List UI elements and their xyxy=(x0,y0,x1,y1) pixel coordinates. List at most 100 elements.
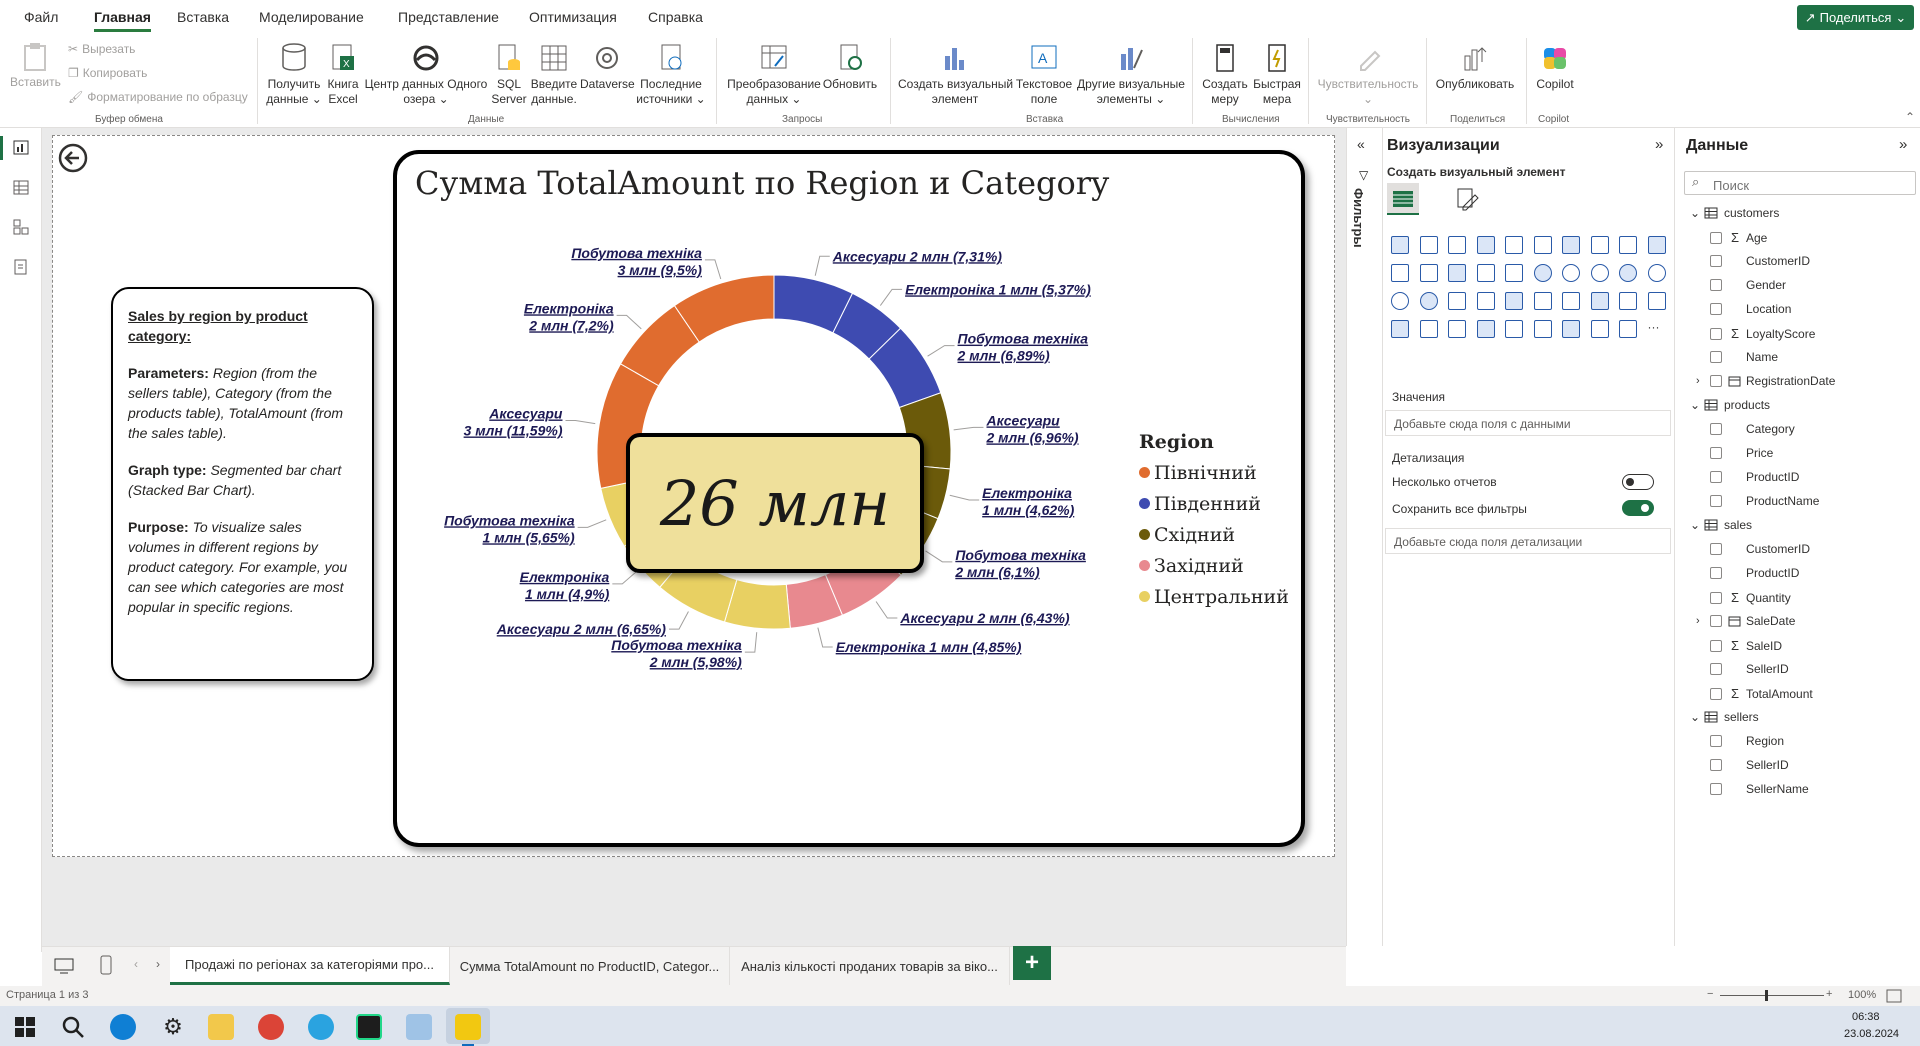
mobile-layout-icon[interactable] xyxy=(100,955,112,975)
ribbon-chart-icon[interactable] xyxy=(1647,236,1666,254)
textbox-button[interactable]: A Текстовое поле xyxy=(1012,42,1076,107)
field-checkbox[interactable] xyxy=(1710,255,1722,267)
field-checkbox[interactable] xyxy=(1710,231,1722,244)
chevron-down-icon[interactable]: ⌄ xyxy=(1690,518,1702,532)
field-row[interactable]: SellerName xyxy=(1696,782,1809,796)
r-visual-icon[interactable] xyxy=(1647,292,1666,310)
field-checkbox[interactable] xyxy=(1710,639,1722,652)
collapse-data-pane-icon[interactable]: » xyxy=(1899,136,1907,153)
telegram-icon[interactable] xyxy=(308,1014,334,1040)
scroll-left-icon[interactable]: ‹ xyxy=(134,957,138,971)
field-checkbox[interactable] xyxy=(1710,375,1722,387)
power-bi-icon[interactable] xyxy=(455,1014,481,1040)
decomposition-tree-icon[interactable] xyxy=(1448,320,1466,338)
legend-item[interactable]: Західний xyxy=(1139,550,1289,581)
excel-workbook-button[interactable]: X Книга Excel xyxy=(326,42,360,107)
field-row[interactable]: › SaleDate xyxy=(1696,614,1795,628)
values-well[interactable]: Добавьте сюда поля с данными xyxy=(1385,410,1671,436)
chevron-right-icon[interactable]: › xyxy=(1696,615,1710,627)
field-row[interactable]: Gender xyxy=(1696,278,1786,292)
chevron-down-icon[interactable]: ⌄ xyxy=(1690,206,1702,220)
field-row[interactable]: ProductID xyxy=(1696,470,1799,484)
field-checkbox[interactable] xyxy=(1710,663,1722,675)
field-row[interactable]: Σ SaleID xyxy=(1696,638,1782,653)
menu-modeling[interactable]: Моделирование xyxy=(259,9,364,25)
file-explorer-icon[interactable] xyxy=(208,1014,234,1040)
menu-view[interactable]: Представление xyxy=(398,9,499,25)
settings-gear-icon[interactable]: ⚙ xyxy=(160,1014,186,1040)
chevron-right-icon[interactable]: › xyxy=(1696,375,1710,387)
scroll-right-icon[interactable]: › xyxy=(156,957,160,971)
chrome-browser-icon[interactable] xyxy=(258,1014,284,1040)
python-visual-icon[interactable] xyxy=(1391,320,1409,338)
chevron-down-icon[interactable]: ⌄ xyxy=(1690,710,1702,724)
paginated-report-icon[interactable] xyxy=(1562,320,1580,338)
sql-server-button[interactable]: SQL Server xyxy=(490,42,528,107)
new-visual-button[interactable]: Создать визуальный элемент xyxy=(898,42,1013,107)
field-row[interactable]: › RegistrationDate xyxy=(1696,374,1835,388)
collapse-ribbon-icon[interactable]: ⌃ xyxy=(1905,110,1915,124)
sensitivity-button[interactable]: Чувствительность ⌄ xyxy=(1316,42,1420,107)
search-icon[interactable] xyxy=(60,1014,86,1040)
paste-button[interactable]: Вставить xyxy=(10,42,61,90)
line-stacked-column-chart-icon[interactable] xyxy=(1419,264,1438,282)
field-row[interactable]: Location xyxy=(1696,302,1791,316)
field-checkbox[interactable] xyxy=(1710,615,1722,627)
field-checkbox[interactable] xyxy=(1710,495,1722,507)
field-checkbox[interactable] xyxy=(1710,423,1722,435)
line-chart-icon[interactable] xyxy=(1562,236,1580,254)
refresh-button[interactable]: Обновить xyxy=(822,42,878,92)
funnel-chart-icon[interactable] xyxy=(1476,264,1495,282)
desktop-layout-icon[interactable] xyxy=(54,957,74,975)
slicer-icon[interactable] xyxy=(1562,292,1580,310)
legend-item[interactable]: Північний xyxy=(1139,457,1289,488)
drill-through-well[interactable]: Добавьте сюда поля детализации xyxy=(1385,528,1671,554)
stacked-column-chart-icon[interactable] xyxy=(1419,236,1438,254)
dataverse-button[interactable]: Dataverse xyxy=(580,42,635,92)
zoom-slider[interactable] xyxy=(1720,995,1824,996)
onelake-hub-button[interactable]: Центр данных Одного озера ⌄ xyxy=(364,42,488,107)
map-icon[interactable] xyxy=(1619,264,1637,282)
field-row[interactable]: ProductName xyxy=(1696,494,1819,508)
copilot-button[interactable]: Copilot xyxy=(1530,42,1580,92)
field-checkbox[interactable] xyxy=(1710,279,1722,291)
share-button[interactable]: ↗ Поделиться ⌄ xyxy=(1797,5,1914,30)
menu-optimize[interactable]: Оптимизация xyxy=(529,9,617,25)
filters-pane-collapsed[interactable]: « ▽ Фильтры xyxy=(1346,128,1382,946)
model-view-icon[interactable] xyxy=(12,218,30,236)
table-node-sellers[interactable]: ⌄ sellers xyxy=(1690,710,1759,724)
field-checkbox[interactable] xyxy=(1710,759,1722,771)
donut-chart-icon[interactable] xyxy=(1562,264,1580,282)
100-stacked-bar-chart-icon[interactable] xyxy=(1505,236,1523,254)
page-tab-2[interactable]: Сумма TotalAmount по ProductID, Categor.… xyxy=(450,947,730,985)
report-view-icon[interactable] xyxy=(12,138,30,156)
legend-item[interactable]: Південний xyxy=(1139,488,1289,519)
donut-chart-visual[interactable]: Сумма TotalAmount по Region и Category А… xyxy=(393,150,1305,847)
clustered-column-chart-icon[interactable] xyxy=(1476,236,1495,254)
add-page-button[interactable]: + xyxy=(1013,946,1051,980)
stacked-area-chart-icon[interactable] xyxy=(1619,236,1637,254)
power-automate-icon[interactable] xyxy=(1619,320,1637,338)
description-textbox[interactable]: Sales by region by product category: Par… xyxy=(111,287,374,681)
more-visuals-icon[interactable]: ··· xyxy=(1648,320,1666,338)
build-visual-tab[interactable] xyxy=(1387,183,1419,215)
dax-query-view-icon[interactable] xyxy=(12,258,30,276)
collapse-right-icon[interactable]: » xyxy=(1655,136,1663,153)
field-row[interactable]: ProductID xyxy=(1696,566,1799,580)
field-row[interactable]: Σ Age xyxy=(1696,230,1767,245)
clustered-bar-chart-icon[interactable] xyxy=(1448,236,1466,254)
power-apps-icon[interactable] xyxy=(1590,320,1609,338)
stacked-bar-chart-icon[interactable] xyxy=(1391,236,1409,254)
publish-button[interactable]: Опубликовать xyxy=(1432,42,1518,92)
smart-narrative-icon[interactable] xyxy=(1505,320,1523,338)
scatter-chart-icon[interactable] xyxy=(1505,264,1523,282)
card-icon[interactable] xyxy=(1476,292,1495,310)
field-checkbox[interactable] xyxy=(1710,687,1722,700)
data-search-input[interactable] xyxy=(1684,171,1916,195)
field-row[interactable]: Category xyxy=(1696,422,1795,436)
field-checkbox[interactable] xyxy=(1710,327,1722,340)
copy-button[interactable]: ❐ Копировать xyxy=(68,66,147,80)
keep-filters-toggle[interactable] xyxy=(1622,500,1654,516)
menu-home[interactable]: Главная xyxy=(94,9,151,32)
table-icon[interactable] xyxy=(1590,292,1609,310)
